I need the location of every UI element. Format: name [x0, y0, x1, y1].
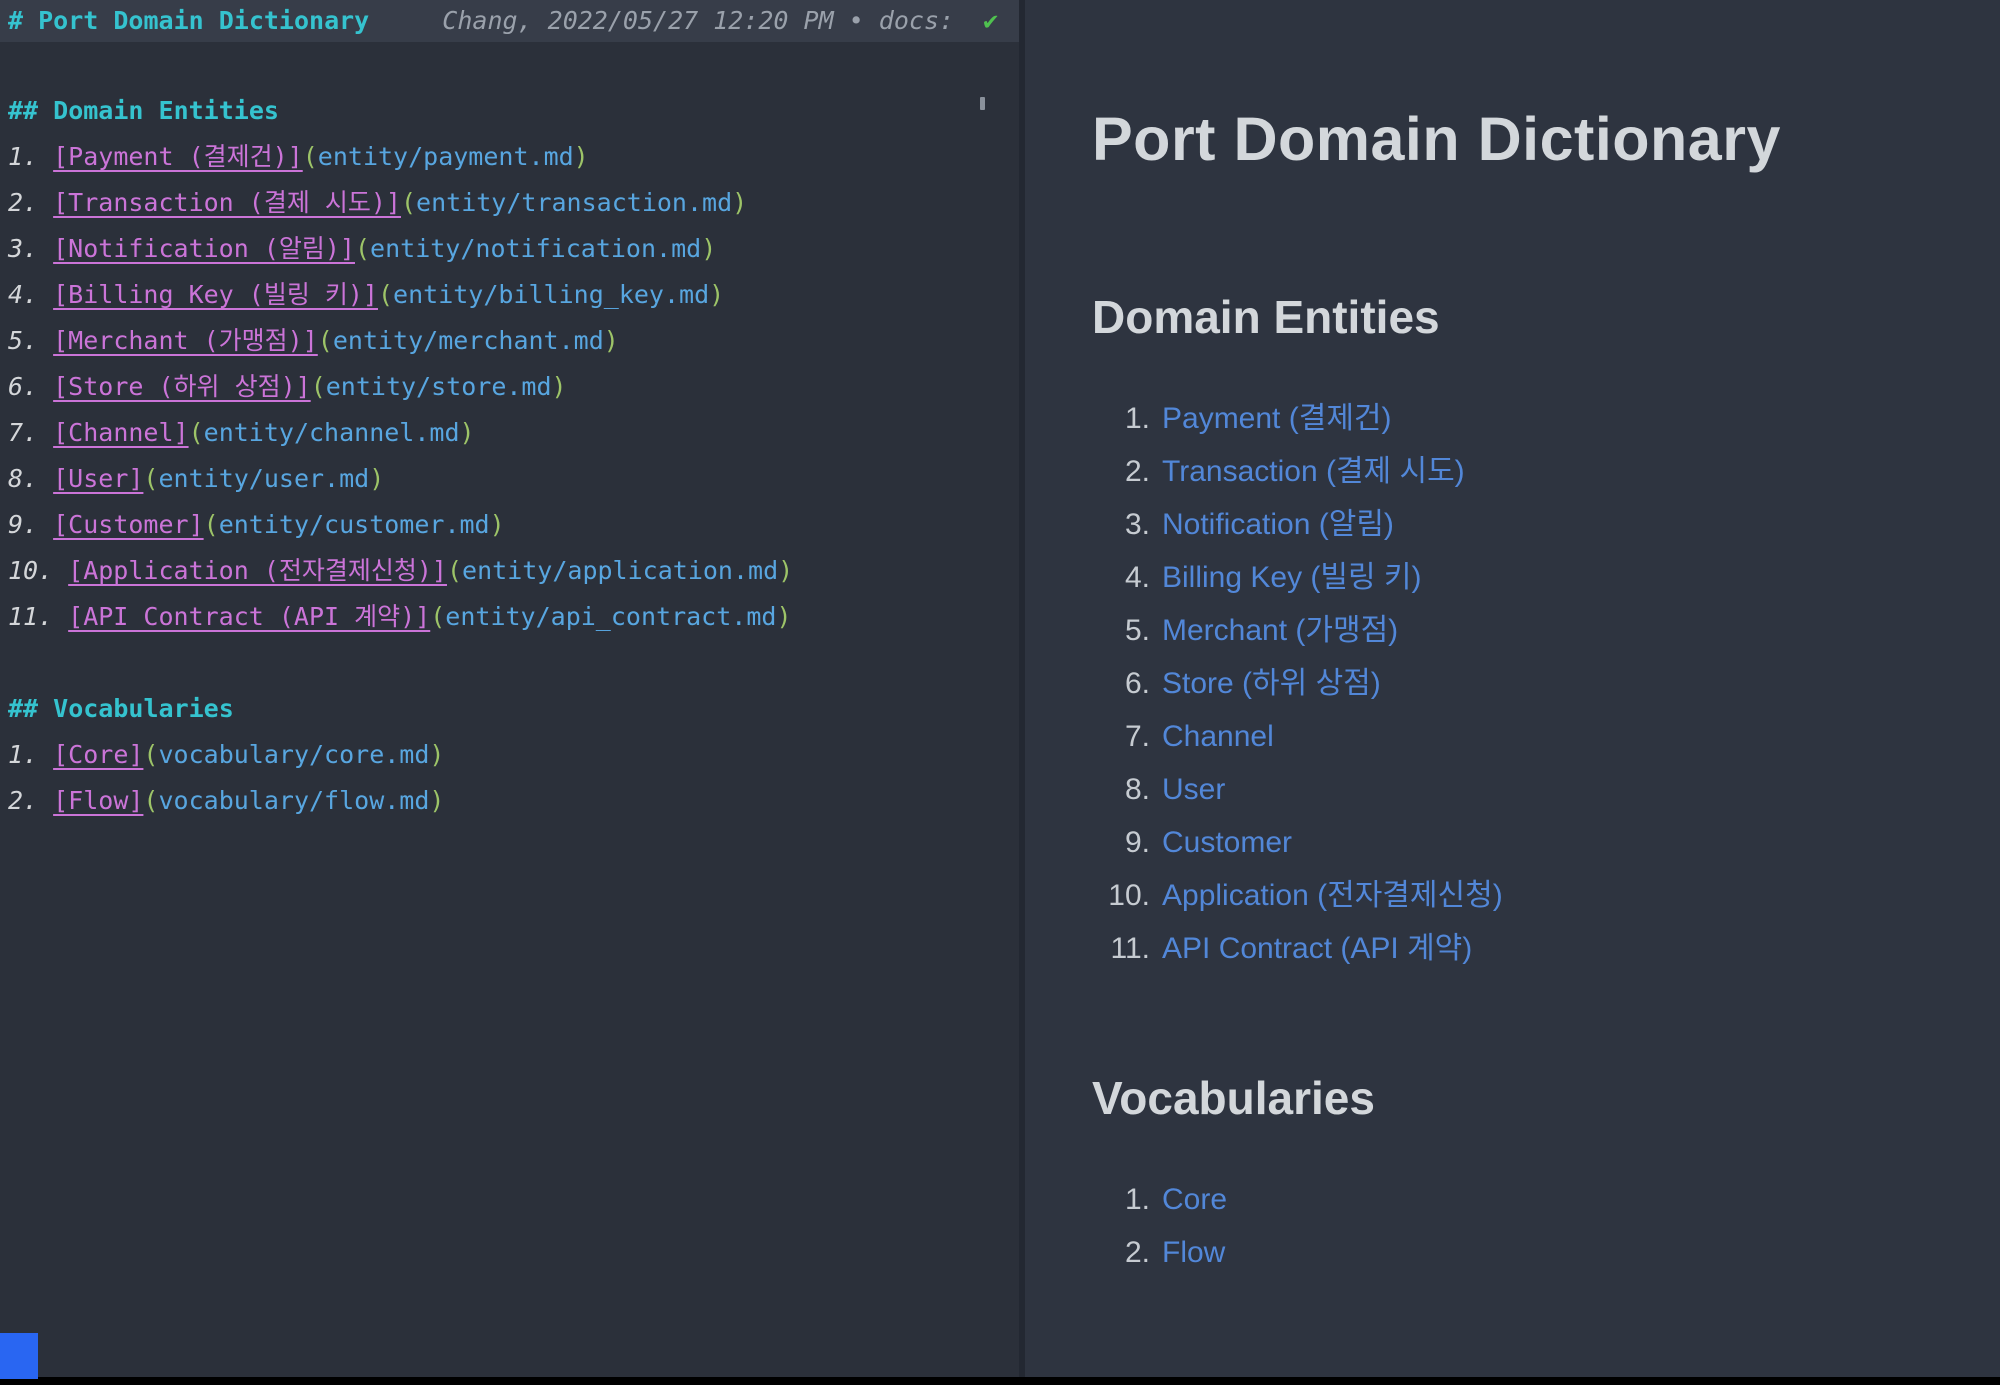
md-link-application[interactable]: [Application (전자결제신청)]: [68, 556, 447, 585]
list-item: 2. Transaction (결제 시도): [1124, 455, 1465, 489]
md-path: entity/merchant.md: [332, 326, 604, 355]
blank-line[interactable]: [0, 640, 1019, 686]
md-list-item[interactable]: 4. [Billing Key (빌링 키)](entity/billing_ke…: [0, 272, 1019, 318]
list-number: 9.: [8, 510, 39, 539]
list-number: 1.: [8, 142, 39, 171]
list-item: 1. Core: [1124, 1183, 1228, 1217]
vocabularies-list: 1. Core 2. Flow: [1092, 1173, 2000, 1279]
list-item: 2. Flow: [1124, 1236, 1226, 1270]
md-list-item[interactable]: 3. [Notification (알림)](entity/notificatio…: [0, 226, 1019, 272]
md-link-channel[interactable]: [Channel]: [53, 418, 188, 447]
list-item: 7. Channel: [1124, 720, 1274, 754]
list-number: 1.: [8, 740, 39, 769]
md-path: vocabulary/flow.md: [158, 786, 430, 815]
md-list-item[interactable]: 2. [Flow](vocabulary/flow.md): [0, 778, 1019, 824]
bottom-bar: [0, 1377, 2000, 1385]
md-link-core[interactable]: [Core]: [53, 740, 143, 769]
preview-link-user[interactable]: User: [1162, 773, 1225, 806]
md-path: entity/customer.md: [218, 510, 490, 539]
preview-link-notification[interactable]: Notification (알림): [1162, 508, 1394, 541]
md-link-billing-key[interactable]: [Billing Key (빌링 키)]: [53, 280, 378, 309]
md-link-flow[interactable]: [Flow]: [53, 786, 143, 815]
list-number: 4.: [8, 280, 39, 309]
list-number: 2.: [8, 786, 39, 815]
check-icon: ✔: [983, 6, 999, 35]
md-link-user[interactable]: [User]: [53, 464, 143, 493]
preview-link-merchant[interactable]: Merchant (가맹점): [1162, 614, 1398, 647]
section-heading-vocabularies: Vocabularies: [1092, 1072, 1375, 1125]
list-item: 5. Merchant (가맹점): [1124, 614, 1399, 648]
list-number: 3.: [8, 234, 39, 263]
document-title-line[interactable]: # Port Domain Dictionary Chang, 2022/05/…: [0, 0, 1019, 42]
preview-link-customer[interactable]: Customer: [1162, 826, 1292, 859]
list-number: 5.: [8, 326, 39, 355]
preview-link-flow[interactable]: Flow: [1162, 1236, 1225, 1269]
md-link-store[interactable]: [Store (하위 상점)]: [53, 372, 311, 401]
md-path: entity/channel.md: [203, 418, 460, 447]
md-list-item[interactable]: 6. [Store (하위 상점)](entity/store.md): [0, 364, 1019, 410]
md-h2-vocabularies[interactable]: ## Vocabularies: [0, 686, 1019, 732]
md-list-item[interactable]: 7. [Channel](entity/channel.md): [0, 410, 1019, 456]
md-path: entity/transaction.md: [416, 188, 733, 217]
preview-link-core[interactable]: Core: [1162, 1183, 1227, 1216]
markdown-editor-window: # Port Domain Dictionary Chang, 2022/05/…: [0, 0, 2000, 1385]
list-item: 10. Application (전자결제신청): [1108, 879, 1503, 913]
section-heading-domain-entities: Domain Entities: [1092, 291, 1440, 344]
preview-link-payment[interactable]: Payment (결제건): [1162, 402, 1392, 435]
md-path: vocabulary/core.md: [158, 740, 430, 769]
md-link-customer[interactable]: [Customer]: [53, 510, 204, 539]
list-item: 3. Notification (알림): [1124, 508, 1394, 542]
md-path: entity/billing_key.md: [393, 280, 710, 309]
list-item: 11. API Contract (API 계약): [1110, 932, 1473, 966]
md-link-api-contract[interactable]: [API Contract (API 계약)]: [68, 602, 430, 631]
preview-link-store[interactable]: Store (하위 상점): [1162, 667, 1381, 700]
markdown-source-pane[interactable]: # Port Domain Dictionary Chang, 2022/05/…: [0, 0, 1019, 1377]
md-list-item[interactable]: 9. [Customer](entity/customer.md): [0, 502, 1019, 548]
list-item: 8. User: [1124, 773, 1226, 807]
list-number: 8.: [8, 464, 39, 493]
preview-link-api-contract[interactable]: API Contract (API 계약): [1162, 932, 1472, 965]
md-link-transaction[interactable]: [Transaction (결제 시도)]: [53, 188, 401, 217]
md-path: entity/application.md: [462, 556, 779, 585]
md-list-item[interactable]: 1. [Core](vocabulary/core.md): [0, 732, 1019, 778]
list-number: 2.: [8, 188, 39, 217]
md-path: entity/user.md: [158, 464, 370, 493]
preview-link-billing-key[interactable]: Billing Key (빌링 키): [1162, 561, 1422, 594]
list-item: 1. Payment (결제건): [1124, 402, 1392, 436]
md-link-merchant[interactable]: [Merchant (가맹점)]: [53, 326, 318, 355]
preview-link-transaction[interactable]: Transaction (결제 시도): [1162, 455, 1465, 488]
list-number: 6.: [8, 372, 39, 401]
md-path: entity/payment.md: [317, 142, 574, 171]
document-meta: Chang, 2022/05/27 12:20 PM • docs:: [442, 6, 955, 35]
list-number: 7.: [8, 418, 39, 447]
list-number: 11.: [8, 602, 54, 631]
md-list-item[interactable]: 5. [Merchant (가맹점)](entity/merchant.md): [0, 318, 1019, 364]
list-item: 6. Store (하위 상점): [1124, 667, 1381, 701]
list-item: 9. Customer: [1124, 826, 1293, 860]
md-list-item[interactable]: 1. [Payment (결제건)](entity/payment.md): [0, 134, 1019, 180]
window-corner-button[interactable]: [0, 1333, 38, 1379]
text-cursor: [980, 97, 985, 110]
list-item: 4. Billing Key (빌링 키): [1124, 561, 1422, 595]
md-link-notification[interactable]: [Notification (알림)]: [53, 234, 355, 263]
blank-line[interactable]: [0, 42, 1019, 88]
md-path: entity/api_contract.md: [445, 602, 777, 631]
entities-list: 1. Payment (결제건) 2. Transaction (결제 시도) 3.…: [1092, 392, 2000, 975]
md-h1-title: # Port Domain Dictionary: [8, 6, 370, 35]
md-path: entity/notification.md: [370, 234, 702, 263]
md-list-item[interactable]: 8. [User](entity/user.md): [0, 456, 1019, 502]
md-list-item[interactable]: 2. [Transaction (결제 시도)](entity/transacti…: [0, 180, 1019, 226]
md-list-item[interactable]: 10. [Application (전자결제신청)](entity/applica…: [0, 548, 1019, 594]
markdown-preview-pane[interactable]: Port Domain Dictionary Domain Entities 1…: [1025, 0, 2000, 1377]
page-title: Port Domain Dictionary: [1092, 105, 1781, 173]
md-link-payment[interactable]: [Payment (결제건)]: [53, 142, 303, 171]
list-number: 10.: [8, 556, 54, 585]
md-path: entity/store.md: [325, 372, 552, 401]
preview-link-application[interactable]: Application (전자결제신청): [1162, 879, 1503, 912]
preview-link-channel[interactable]: Channel: [1162, 720, 1274, 753]
md-list-item[interactable]: 11. [API Contract (API 계약)](entity/api_co…: [0, 594, 1019, 640]
md-h2-domain-entities[interactable]: ## Domain Entities: [0, 88, 1019, 134]
